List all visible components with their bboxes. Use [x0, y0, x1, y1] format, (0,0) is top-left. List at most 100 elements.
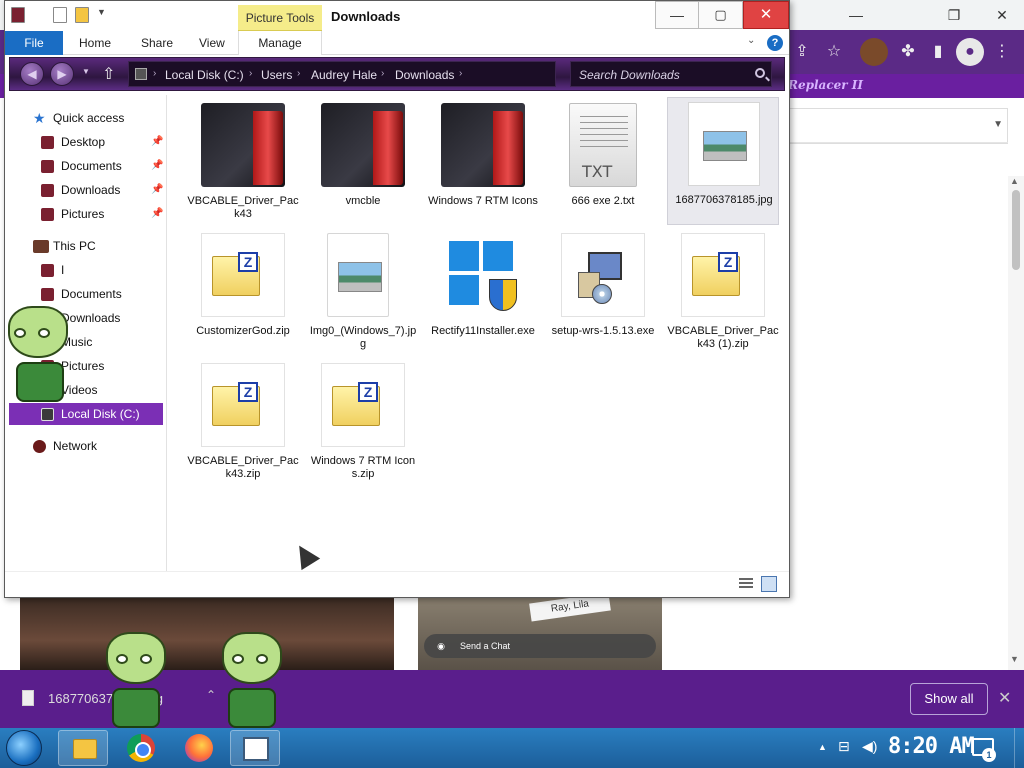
nav-network[interactable]: Network: [5, 435, 165, 457]
new-folder-icon[interactable]: [75, 7, 89, 23]
profile-extension-icon[interactable]: [860, 38, 888, 66]
zip-badge-icon: Z: [238, 382, 258, 402]
browser-restore-button[interactable]: ❐: [934, 4, 974, 26]
help-icon[interactable]: ?: [767, 35, 783, 51]
file-item[interactable]: Img0_(Windows_7).jpg: [307, 229, 419, 357]
tray-overflow-icon[interactable]: ▲: [818, 742, 827, 752]
up-arrow-icon[interactable]: ⇧: [102, 64, 115, 84]
file-item[interactable]: setup-wrs-1.5.13.exe: [547, 229, 659, 357]
nav-pc-item[interactable]: I: [5, 259, 165, 281]
account-avatar-icon[interactable]: ●: [956, 38, 984, 66]
photo-thumbnail-left[interactable]: [20, 596, 394, 670]
taskbar-notepad[interactable]: [230, 730, 280, 766]
show-desktop-button[interactable]: [1014, 728, 1024, 768]
address-bar[interactable]: › Local Disk (C:) › Users › Audrey Hale …: [128, 61, 556, 87]
recent-locations-icon[interactable]: ▼: [82, 67, 90, 76]
file-item[interactable]: TXT 666 exe 2.txt: [547, 99, 659, 227]
nav-downloads[interactable]: Downloads 📌: [5, 179, 165, 201]
close-button[interactable]: ✕: [743, 1, 789, 29]
extensions-puzzle-icon[interactable]: ✤: [894, 38, 922, 66]
tab-manage[interactable]: Manage: [238, 31, 322, 55]
scroll-down-arrow-icon[interactable]: ▼: [1010, 654, 1019, 664]
file-item[interactable]: Z Windows 7 RTM Icons.zip: [307, 359, 419, 487]
breadcrumb-separator-icon[interactable]: ›: [459, 68, 462, 79]
nav-label: Desktop: [61, 135, 106, 149]
nav-label: Quick access: [53, 111, 125, 125]
mascot-head: [106, 632, 166, 684]
tab-home[interactable]: Home: [69, 31, 121, 55]
nav-this-pc[interactable]: This PC: [5, 235, 165, 257]
file-item[interactable]: Z VBCABLE_Driver_Pack43.zip: [187, 359, 299, 487]
search-box[interactable]: Search Downloads: [570, 61, 772, 87]
pin-icon[interactable]: 📌: [151, 131, 163, 153]
breadcrumb-separator-icon[interactable]: ›: [153, 68, 156, 79]
file-item[interactable]: Windows 7 RTM Icons: [427, 99, 539, 227]
back-button[interactable]: ◀: [20, 62, 44, 86]
file-item-selected[interactable]: 1687706378185.jpg: [667, 97, 779, 225]
file-item[interactable]: vmcble: [307, 99, 419, 227]
breadcrumb-downloads[interactable]: Downloads: [395, 68, 454, 82]
file-item[interactable]: Z CustomizerGod.zip: [187, 229, 299, 357]
tab-share[interactable]: Share: [131, 31, 183, 55]
desktop-icon: [41, 136, 54, 149]
pin-icon[interactable]: 📌: [151, 155, 163, 177]
mascot-sticker: [2, 306, 78, 422]
minimize-button[interactable]: —: [655, 1, 699, 29]
browser-menu-icon[interactable]: ⋮: [988, 38, 1016, 66]
installer-icon: [561, 233, 645, 317]
nav-pc-documents[interactable]: Documents: [5, 283, 165, 305]
tab-view[interactable]: View: [189, 31, 235, 55]
file-item[interactable]: Rectify11Installer.exe: [427, 229, 539, 357]
start-button[interactable]: [6, 730, 42, 766]
mascot-eye: [140, 654, 152, 664]
breadcrumb-users[interactable]: Users: [261, 68, 292, 82]
nav-documents[interactable]: Documents 📌: [5, 155, 165, 177]
send-chat-bar[interactable]: ◉ Send a Chat: [424, 634, 656, 658]
explorer-app-icon[interactable]: [11, 7, 25, 23]
nav-quick-access[interactable]: ★ Quick access: [5, 107, 165, 129]
tab-file[interactable]: File: [5, 31, 63, 55]
expand-ribbon-icon[interactable]: ⌄: [747, 35, 755, 46]
extension-label[interactable]: Replacer II: [788, 78, 863, 92]
mascot-eye: [38, 328, 50, 338]
share-icon[interactable]: ⇪: [788, 38, 816, 66]
image-file-icon: [688, 102, 760, 186]
pin-icon[interactable]: 📌: [151, 203, 163, 225]
maximize-button[interactable]: ▢: [699, 1, 743, 29]
breadcrumb-separator-icon[interactable]: ›: [381, 68, 384, 79]
breadcrumb-separator-icon[interactable]: ›: [297, 68, 300, 79]
forward-button[interactable]: ▶: [50, 62, 74, 86]
breadcrumb-user[interactable]: Audrey Hale: [311, 68, 377, 82]
network-icon[interactable]: ⊟: [838, 738, 850, 755]
page-scrollbar[interactable]: ▲ ▼: [1008, 176, 1024, 670]
taskbar-chrome[interactable]: [116, 730, 166, 766]
file-name: VBCABLE_Driver_Pack43 (1).zip: [667, 325, 779, 350]
clock[interactable]: 8:20 AM: [888, 734, 975, 759]
side-panel-icon[interactable]: ▮: [924, 38, 952, 66]
browser-close-button[interactable]: ✕: [982, 4, 1022, 26]
details-view-icon[interactable]: [739, 578, 753, 590]
camera-icon[interactable]: ◉: [434, 634, 448, 658]
breadcrumb-separator-icon[interactable]: ›: [249, 68, 252, 79]
show-all-button[interactable]: Show all: [910, 683, 988, 715]
volume-icon[interactable]: ◀): [862, 738, 877, 755]
taskbar-firefox[interactable]: [174, 730, 224, 766]
large-icons-view-icon[interactable]: [761, 576, 777, 592]
file-item[interactable]: VBCABLE_Driver_Pack43: [187, 99, 299, 227]
taskbar-file-explorer[interactable]: [58, 730, 108, 766]
pin-icon[interactable]: 📌: [151, 179, 163, 201]
scrollbar-thumb[interactable]: [1012, 190, 1020, 270]
bookmark-star-icon[interactable]: ☆: [820, 38, 848, 66]
nav-desktop[interactable]: Desktop 📌: [5, 131, 165, 153]
nav-pictures[interactable]: Pictures 📌: [5, 203, 165, 225]
scroll-up-arrow-icon[interactable]: ▲: [1010, 176, 1019, 186]
close-icon[interactable]: ✕: [998, 688, 1011, 708]
browser-minimize-button[interactable]: —: [836, 4, 876, 26]
file-item[interactable]: Z VBCABLE_Driver_Pack43 (1).zip: [667, 229, 779, 357]
page-dropdown[interactable]: ▼: [784, 108, 1008, 144]
properties-icon[interactable]: [53, 7, 67, 23]
breadcrumb-local-disk[interactable]: Local Disk (C:): [165, 68, 244, 82]
qat-dropdown-icon[interactable]: ▼: [97, 7, 106, 17]
search-icon[interactable]: [755, 68, 765, 78]
file-name: VBCABLE_Driver_Pack43.zip: [187, 455, 299, 480]
